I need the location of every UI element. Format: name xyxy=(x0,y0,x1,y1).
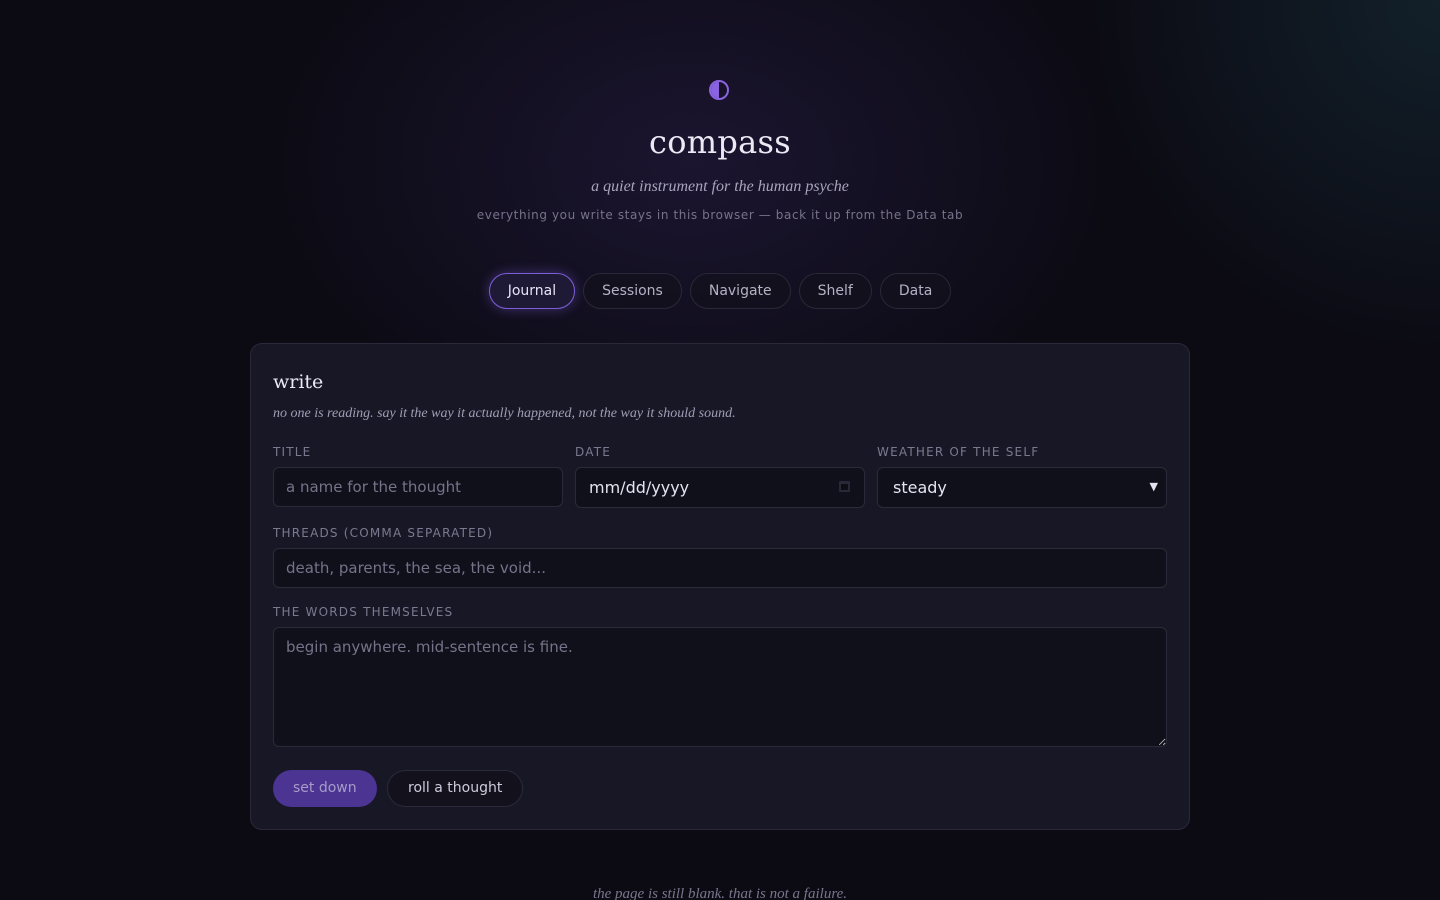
date-input[interactable]: mm/dd/yyyy xyxy=(575,467,865,508)
date-value: mm/dd/yyyy xyxy=(589,478,690,497)
words-label: THE WORDS THEMSELVES xyxy=(273,605,454,619)
main-tabs: Journal Sessions Navigate Shelf Data xyxy=(0,273,1440,309)
half-moon-icon xyxy=(709,80,729,100)
tab-shelf[interactable]: Shelf xyxy=(798,273,872,309)
threads-label: THREADS (COMMA SEPARATED) xyxy=(273,526,494,540)
weather-value: steady xyxy=(893,478,947,497)
weather-select[interactable]: steady ▼ xyxy=(877,467,1167,508)
tab-navigate[interactable]: Navigate xyxy=(689,273,791,309)
title-label: TITLE xyxy=(273,445,312,459)
card-hint: no one is reading. say it the way it act… xyxy=(273,406,736,421)
empty-state-message: the page is still blank. that is not a f… xyxy=(592,886,848,900)
chevron-down-icon: ▼ xyxy=(1149,480,1158,493)
tab-journal[interactable]: Journal xyxy=(488,273,576,309)
tab-sessions[interactable]: Sessions xyxy=(583,273,682,309)
tab-data[interactable]: Data xyxy=(879,273,952,309)
write-card: write no one is reading. say it the way … xyxy=(250,343,1190,830)
card-title: write xyxy=(273,371,324,393)
date-label: DATE xyxy=(575,445,612,459)
threads-input[interactable] xyxy=(273,548,1167,588)
words-textarea[interactable] xyxy=(273,627,1167,747)
title-input[interactable] xyxy=(273,467,563,507)
privacy-note: everything you write stays in this brows… xyxy=(476,208,964,222)
roll-thought-button[interactable]: roll a thought xyxy=(387,770,524,807)
app-title: compass xyxy=(648,123,792,161)
tagline: a quiet instrument for the human psyche xyxy=(591,178,849,195)
set-down-button[interactable]: set down xyxy=(273,770,377,807)
weather-label: WEATHER OF THE SELF xyxy=(877,445,1040,459)
calendar-icon[interactable] xyxy=(839,481,850,492)
